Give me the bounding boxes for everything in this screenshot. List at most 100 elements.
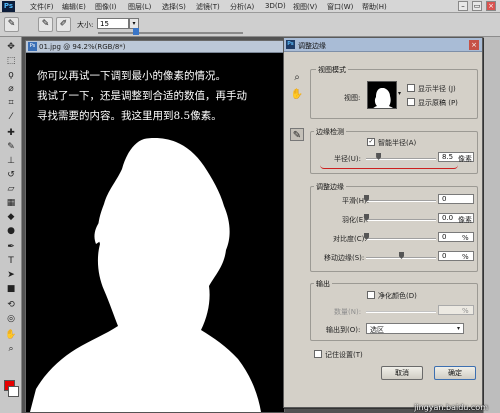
3d-rotate-icon[interactable]: ⟲ bbox=[4, 299, 18, 312]
show-radius-checkbox[interactable] bbox=[407, 84, 415, 92]
refine-radius-tool-icon[interactable]: ✎ bbox=[290, 128, 304, 141]
cancel-button[interactable]: 取消 bbox=[381, 366, 423, 380]
shift-edge-unit: % bbox=[462, 253, 469, 261]
menu-file[interactable]: 文件(F) bbox=[30, 2, 54, 12]
radius-label: 半径(U): bbox=[334, 155, 361, 163]
show-radius-label: 显示半径 (J) bbox=[418, 85, 456, 93]
smart-radius-label: 智能半径(A) bbox=[378, 139, 417, 147]
document-tab[interactable]: Ps 01.jpg @ 94.2%(RGB/8*) bbox=[26, 41, 284, 53]
shape-tool-icon[interactable]: ■ bbox=[4, 283, 18, 296]
size-label: 大小: bbox=[77, 21, 94, 29]
view-thumbnail[interactable] bbox=[367, 81, 397, 109]
menu-bar: Ps 文件(F) 编辑(E) 图像(I) 图层(L) 选择(S) 滤镜(T) 分… bbox=[0, 0, 500, 13]
menu-window[interactable]: 窗口(W) bbox=[327, 2, 353, 12]
decontaminate-label: 净化颜色(D) bbox=[378, 292, 417, 300]
zoom-tool-icon[interactable]: ⌕ bbox=[4, 343, 18, 356]
dodge-tool-icon[interactable]: ● bbox=[4, 225, 18, 238]
decontaminate-checkbox[interactable] bbox=[367, 291, 375, 299]
dialog-close-icon[interactable]: × bbox=[469, 40, 479, 50]
radius-highlight-underline bbox=[320, 165, 458, 169]
menu-select[interactable]: 选择(S) bbox=[162, 2, 186, 12]
view-dropdown-icon[interactable]: ▾ bbox=[398, 90, 401, 97]
smooth-slider-track[interactable] bbox=[366, 200, 436, 202]
quick-select-tool-icon[interactable]: ⌀ bbox=[4, 83, 18, 96]
watermark: jingyan.baidu.com bbox=[414, 403, 488, 412]
remember-settings-label: 记住设置(T) bbox=[325, 351, 363, 359]
hand-tool-icon[interactable]: ✋ bbox=[4, 329, 18, 342]
eraser-tool-icon[interactable]: ▱ bbox=[4, 183, 18, 196]
document-canvas[interactable]: 你可以再试一下调到最小的像素的情况。 我试了一下，还是调整到合适的数值，再手动 … bbox=[26, 54, 284, 412]
brush-subtract-icon[interactable]: ✐ bbox=[56, 17, 71, 32]
toolbox: ✥ ⬚ ϙ ⌀ ⌗ ⁄ ✚ ✎ ⊥ ↺ ▱ ▦ ◆ ● ✒ T ➤ ■ ⟲ ◎ … bbox=[0, 37, 22, 413]
photoshop-logo: Ps bbox=[2, 1, 15, 12]
blur-tool-icon[interactable]: ◆ bbox=[4, 211, 18, 224]
show-original-label: 显示原稿 (P) bbox=[418, 99, 458, 107]
close-app-button[interactable]: × bbox=[486, 1, 496, 11]
pen-tool-icon[interactable]: ✒ bbox=[4, 241, 18, 254]
feather-unit: 像素 bbox=[458, 216, 472, 224]
feather-slider-track[interactable] bbox=[366, 219, 436, 221]
menu-edit[interactable]: 编辑(E) bbox=[62, 2, 86, 12]
amount-unit: % bbox=[462, 307, 469, 315]
menu-analysis[interactable]: 分析(A) bbox=[230, 2, 254, 12]
menu-image[interactable]: 图像(I) bbox=[95, 2, 117, 12]
dialog-title: 调整边缘 bbox=[298, 42, 326, 50]
view-mode-heading: 视图模式 bbox=[316, 65, 348, 75]
remember-settings-checkbox[interactable] bbox=[314, 350, 322, 358]
lasso-tool-icon[interactable]: ϙ bbox=[4, 69, 18, 82]
type-tool-icon[interactable]: T bbox=[4, 255, 18, 268]
options-bar: ✎ ✎ ✐ 大小: ▾ bbox=[0, 13, 500, 37]
brush-preset-icon[interactable]: ✎ bbox=[4, 17, 19, 32]
menu-view[interactable]: 视图(V) bbox=[293, 2, 317, 12]
size-slider-track[interactable] bbox=[98, 32, 243, 34]
path-select-icon[interactable]: ➤ bbox=[4, 269, 18, 282]
history-brush-icon[interactable]: ↺ bbox=[4, 169, 18, 182]
smart-radius-checkbox[interactable]: ✓ bbox=[367, 138, 375, 146]
output-heading: 输出 bbox=[314, 279, 332, 289]
panel-strip bbox=[483, 37, 500, 413]
maximize-button[interactable]: ▭ bbox=[472, 1, 482, 11]
gradient-tool-icon[interactable]: ▦ bbox=[4, 197, 18, 210]
brush-add-icon[interactable]: ✎ bbox=[38, 17, 53, 32]
menu-filter[interactable]: 滤镜(T) bbox=[196, 2, 220, 12]
output-to-value: 选区 bbox=[370, 326, 384, 334]
smooth-input[interactable]: 0 bbox=[438, 194, 474, 204]
eyedropper-tool-icon[interactable]: ⁄ bbox=[4, 111, 18, 124]
crop-tool-icon[interactable]: ⌗ bbox=[4, 97, 18, 110]
file-icon: Ps bbox=[28, 42, 37, 51]
radius-unit: 像素 bbox=[458, 155, 472, 163]
note-line-1: 你可以再试一下调到最小的像素的情况。 bbox=[37, 70, 226, 82]
radius-slider-track[interactable] bbox=[366, 158, 436, 160]
contrast-slider-track[interactable] bbox=[366, 238, 436, 240]
document-window: Ps 01.jpg @ 94.2%(RGB/8*) 你可以再试一下调到最小的像素… bbox=[25, 40, 285, 412]
output-to-label: 输出到(O): bbox=[326, 326, 361, 334]
menu-help[interactable]: 帮助(H) bbox=[362, 2, 387, 12]
clone-stamp-icon[interactable]: ⊥ bbox=[4, 155, 18, 168]
output-to-select[interactable]: 选区 ▾ bbox=[366, 323, 464, 334]
zoom-tool-icon[interactable]: ⌕ bbox=[290, 71, 304, 84]
view-label: 视图: bbox=[344, 94, 361, 102]
show-original-checkbox[interactable] bbox=[407, 98, 415, 106]
healing-brush-icon[interactable]: ✚ bbox=[4, 127, 18, 140]
size-input[interactable] bbox=[97, 18, 129, 29]
marquee-tool-icon[interactable]: ⬚ bbox=[4, 55, 18, 68]
menu-layer[interactable]: 图层(L) bbox=[128, 2, 151, 12]
menu-3d[interactable]: 3D(D) bbox=[265, 2, 286, 10]
shift-edge-label: 移动边缘(S): bbox=[324, 254, 365, 262]
move-tool-icon[interactable]: ✥ bbox=[4, 41, 18, 54]
note-line-2: 我试了一下，还是调整到合适的数值，再手动 bbox=[37, 90, 247, 102]
photoshop-small-icon: Ps bbox=[286, 40, 295, 49]
contrast-unit: % bbox=[462, 234, 469, 242]
refine-edge-dialog: Ps 调整边缘 × ⌕ ✋ ✎ 视图模式 视图: ▾ 显示半径 (J) 显示原稿… bbox=[283, 37, 483, 408]
amount-slider-track bbox=[366, 311, 436, 313]
hand-tool-icon[interactable]: ✋ bbox=[290, 88, 304, 101]
3d-orbit-icon[interactable]: ◎ bbox=[4, 313, 18, 326]
size-slider-thumb[interactable] bbox=[133, 28, 139, 35]
minimize-button[interactable]: – bbox=[458, 1, 468, 11]
brush-tool-icon[interactable]: ✎ bbox=[4, 141, 18, 154]
output-to-dropdown-icon: ▾ bbox=[456, 325, 460, 332]
ok-button[interactable]: 确定 bbox=[434, 366, 476, 380]
contrast-label: 对比度(C): bbox=[333, 235, 367, 243]
dialog-titlebar[interactable]: Ps 调整边缘 × bbox=[284, 38, 482, 52]
background-color-swatch[interactable] bbox=[8, 386, 19, 397]
